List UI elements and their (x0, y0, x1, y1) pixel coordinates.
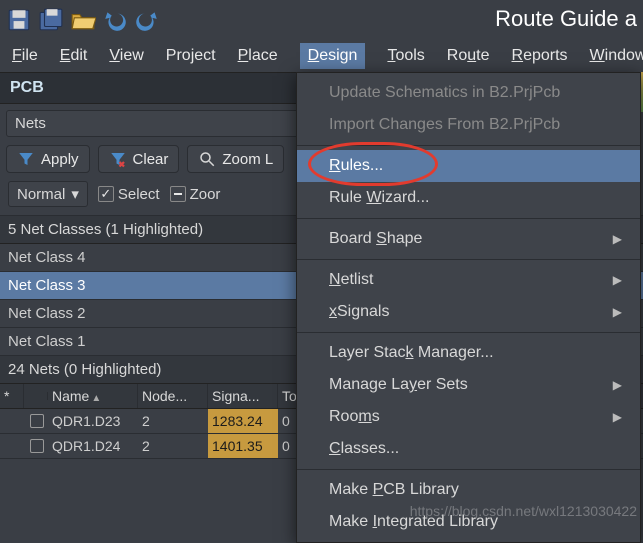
funnel-clear-icon (109, 150, 127, 168)
design-menu: Update Schematics in B2.PrjPcb Import Ch… (296, 72, 641, 543)
menu-layer-sets[interactable]: Manage Layer Sets▶ (297, 369, 640, 401)
menu-window[interactable]: Window (590, 47, 643, 65)
redo-icon[interactable] (132, 5, 162, 35)
open-folder-icon[interactable] (68, 5, 98, 35)
menu-xsignals[interactable]: xSignals▶ (297, 296, 640, 328)
menu-project[interactable]: Project (166, 47, 216, 65)
magnifier-icon (198, 150, 216, 168)
submenu-arrow-icon: ▶ (613, 232, 622, 246)
submenu-arrow-icon: ▶ (613, 378, 622, 392)
col-check[interactable] (24, 392, 48, 400)
menu-separator (297, 469, 640, 470)
undo-icon[interactable] (100, 5, 130, 35)
menu-view[interactable]: View (109, 47, 143, 65)
col-node[interactable]: Node... (138, 384, 208, 408)
menu-separator (297, 259, 640, 260)
apply-label: Apply (41, 151, 79, 168)
chevron-down-icon: ▾ (71, 185, 79, 203)
save-icon[interactable] (4, 5, 34, 35)
nets-dropdown-label: Nets (15, 115, 46, 132)
submenu-arrow-icon: ▶ (613, 273, 622, 287)
dash-icon (170, 186, 186, 202)
mode-label: Normal (17, 186, 65, 203)
apply-button[interactable]: Apply (6, 145, 90, 173)
menu-update-schematics[interactable]: Update Schematics in B2.PrjPcb (297, 77, 640, 109)
menu-rules[interactable]: Rules... (297, 150, 640, 182)
select-checkbox[interactable]: Select (98, 186, 160, 203)
zoom-level-label: Zoom L (222, 151, 273, 168)
sort-asc-icon: ▲ (91, 393, 101, 404)
clear-button[interactable]: Clear (98, 145, 180, 173)
menu-reports[interactable]: Reports (512, 47, 568, 65)
select-label: Select (118, 186, 160, 203)
menu-rule-wizard[interactable]: Rule Wizard... (297, 182, 640, 214)
menu-place[interactable]: Place (238, 47, 278, 65)
submenu-arrow-icon: ▶ (613, 305, 622, 319)
net-node: 2 (138, 434, 208, 458)
window-title: Route Guide a (495, 6, 637, 32)
watermark: https://blog.csdn.net/wxl1213030422 (410, 503, 637, 519)
row-checkbox[interactable] (30, 439, 44, 453)
net-node: 2 (138, 409, 208, 433)
col-signal[interactable]: Signa... (208, 384, 278, 408)
col-name[interactable]: Name▲ (48, 384, 138, 408)
menu-rooms[interactable]: Rooms▶ (297, 401, 640, 433)
funnel-icon (17, 150, 35, 168)
submenu-arrow-icon: ▶ (613, 410, 622, 424)
menu-classes[interactable]: Classes... (297, 433, 640, 465)
check-icon (98, 186, 114, 202)
menu-board-shape[interactable]: Board Shape▶ (297, 223, 640, 255)
mode-dropdown[interactable]: Normal ▾ (8, 181, 88, 207)
zoom-checkbox[interactable]: Zoor (170, 186, 221, 203)
menu-separator (297, 332, 640, 333)
menu-make-pcb-lib[interactable]: Make PCB Library (297, 474, 640, 506)
net-signal: 1401.35 (208, 434, 278, 458)
net-name: QDR1.D24 (48, 434, 138, 458)
menu-netlist[interactable]: Netlist▶ (297, 264, 640, 296)
col-star[interactable]: * (0, 384, 24, 408)
menu-layer-stack[interactable]: Layer Stack Manager... (297, 337, 640, 369)
zoom-check-label: Zoor (190, 186, 221, 203)
net-signal: 1283.24 (208, 409, 278, 433)
clear-label: Clear (133, 151, 169, 168)
menu-file[interactable]: File (12, 47, 38, 65)
row-checkbox[interactable] (30, 414, 44, 428)
menu-design[interactable]: Design (300, 43, 366, 69)
zoom-level-button[interactable]: Zoom L (187, 145, 284, 173)
menu-separator (297, 218, 640, 219)
menu-tools[interactable]: Tools (387, 47, 424, 65)
save-all-icon[interactable] (36, 5, 66, 35)
net-name: QDR1.D23 (48, 409, 138, 433)
menu-separator (297, 145, 640, 146)
menu-route[interactable]: Route (447, 47, 490, 65)
menu-edit[interactable]: Edit (60, 47, 88, 65)
menu-bar: File Edit View Project Place Design Tool… (0, 40, 643, 72)
menu-import-changes[interactable]: Import Changes From B2.PrjPcb (297, 109, 640, 141)
